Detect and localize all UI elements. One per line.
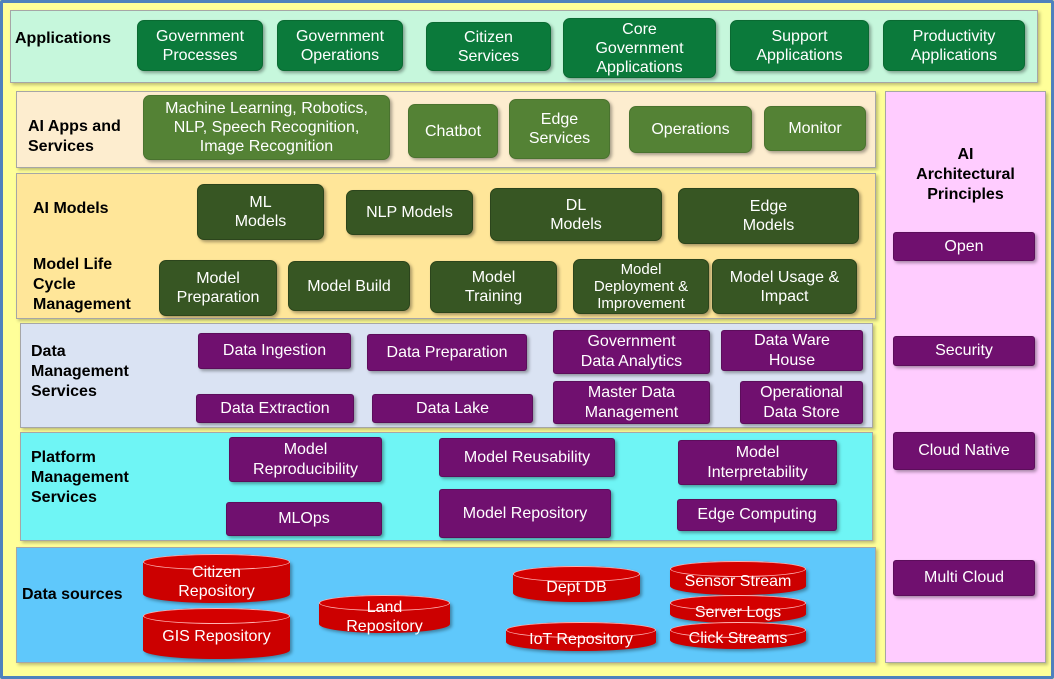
- model-edge: Edge Models: [678, 188, 859, 244]
- lifecycle-training: Model Training: [430, 261, 557, 313]
- ai-app-edge-services: Edge Services: [509, 99, 610, 159]
- lifecycle-label: Model Life Cycle Management: [33, 256, 131, 313]
- platform-model-reusability: Model Reusability: [439, 438, 615, 477]
- principle-security: Security: [893, 336, 1035, 366]
- model-dl: DL Models: [490, 188, 662, 241]
- ai-apps-label: AI Apps and Services: [28, 118, 121, 155]
- dm-data-warehouse: Data Ware House: [721, 330, 863, 371]
- dm-data-preparation: Data Preparation: [367, 334, 527, 371]
- lifecycle-build: Model Build: [288, 261, 410, 311]
- principle-cloud-native: Cloud Native: [893, 432, 1035, 470]
- db-iot-repository: IoT Repository: [506, 622, 656, 651]
- ai-app-chatbot: Chatbot: [408, 104, 498, 158]
- db-gis-repository: GIS Repository: [143, 608, 290, 659]
- ai-app-operations: Operations: [629, 106, 752, 153]
- lifecycle-preparation: Model Preparation: [159, 260, 277, 316]
- principles-label: AI Architectural Principles: [916, 146, 1015, 203]
- applications-label: Applications: [15, 30, 112, 47]
- platform-mlops: MLOps: [226, 502, 382, 536]
- app-core-government-applications: Core Government Applications: [563, 18, 716, 78]
- db-label: Dept DB: [546, 578, 607, 596]
- db-label: Land Repository: [346, 599, 423, 635]
- lifecycle-deployment: Model Deployment & Improvement: [573, 259, 709, 314]
- db-citizen-repository: Citizen Repository: [143, 554, 290, 603]
- dm-government-data-analytics: Government Data Analytics: [553, 330, 710, 374]
- data-sources-label: Data sources: [22, 586, 123, 603]
- ai-models-label: AI Models: [33, 200, 109, 217]
- lifecycle-usage-impact: Model Usage & Impact: [712, 259, 857, 314]
- data-management-label: Data Management Services: [31, 343, 129, 400]
- db-label: Server Logs: [694, 603, 782, 621]
- platform-model-interpretability: Model Interpretability: [678, 440, 837, 485]
- platform-edge-computing: Edge Computing: [677, 499, 837, 531]
- app-productivity-applications: Productivity Applications: [883, 20, 1025, 71]
- model-nlp: NLP Models: [346, 190, 473, 235]
- db-land-repository: Land Repository: [319, 595, 450, 635]
- db-label: IoT Repository: [529, 631, 633, 648]
- principle-multi-cloud: Multi Cloud: [893, 560, 1035, 596]
- app-support-applications: Support Applications: [730, 20, 869, 71]
- db-click-streams: Click Streams: [670, 622, 806, 649]
- dm-master-data-management: Master Data Management: [553, 381, 710, 424]
- db-server-logs: Server Logs: [670, 595, 806, 623]
- dm-data-ingestion: Data Ingestion: [198, 333, 351, 369]
- ai-app-monitor: Monitor: [764, 106, 866, 151]
- principle-open: Open: [893, 232, 1035, 261]
- ai-app-ml-robotics-nlp: Machine Learning, Robotics, NLP, Speech …: [143, 95, 390, 160]
- dm-data-extraction: Data Extraction: [196, 394, 354, 423]
- platform-model-repository: Model Repository: [439, 489, 611, 538]
- db-label: Citizen Repository: [178, 563, 255, 600]
- app-citizen-services: Citizen Services: [426, 22, 551, 71]
- app-government-operations: Government Operations: [277, 20, 403, 71]
- db-dept-db: Dept DB: [513, 566, 640, 602]
- db-sensor-stream: Sensor Stream: [670, 561, 806, 595]
- app-government-processes: Government Processes: [137, 20, 263, 71]
- dm-data-lake: Data Lake: [372, 394, 533, 423]
- platform-label: Platform Management Services: [31, 449, 129, 506]
- db-label: GIS Repository: [162, 628, 271, 645]
- db-label: Sensor Stream: [684, 572, 792, 590]
- platform-model-reproducibility: Model Reproducibility: [229, 437, 382, 482]
- model-ml: ML Models: [197, 184, 324, 240]
- db-label: Click Streams: [688, 630, 788, 647]
- dm-operational-data-store: Operational Data Store: [740, 381, 863, 424]
